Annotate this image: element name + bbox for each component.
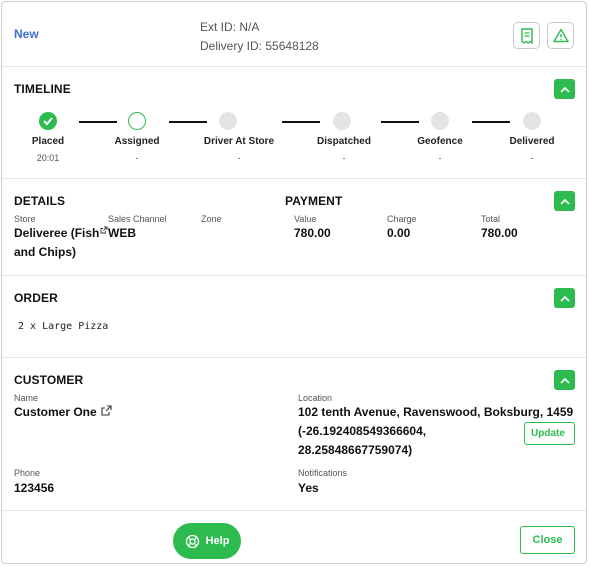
step-dot-assigned [128, 112, 146, 130]
step-label: Geofence [417, 136, 463, 147]
total-amount: 780.00 [481, 226, 518, 240]
value-amount: 780.00 [294, 226, 331, 240]
step-time: 20:01 [36, 153, 60, 163]
delivery-id: Delivery ID: 55648128 [200, 39, 319, 53]
store-value: Deliveree (Fish and Chips) [14, 226, 100, 259]
step-assigned: Assigned - [92, 136, 182, 163]
value-label: Value [294, 214, 317, 224]
step-time: - [438, 153, 442, 163]
store-label: Store [14, 214, 36, 224]
charge-amount: 0.00 [387, 226, 411, 240]
step-label: Placed [31, 136, 65, 147]
location-line-1: 102 tenth Avenue, Ravenswood, Boksburg, … [298, 405, 574, 419]
step-time: - [530, 153, 534, 163]
order-detail-modal: New Ext ID: N/A Delivery ID: 55648128 TI… [1, 1, 587, 564]
payment-title: PAYMENT [285, 194, 343, 208]
timeline-connector [79, 121, 117, 123]
step-time: - [237, 153, 241, 163]
step-dot-delivered [523, 112, 541, 130]
order-section: ORDER 2 x Large Pizza [2, 275, 586, 357]
order-item: 2 x Large Pizza [18, 321, 109, 332]
step-placed: Placed 20:01 [3, 136, 93, 163]
step-delivered: Delivered - [487, 136, 577, 163]
help-label: Help [205, 535, 230, 547]
receipt-icon [520, 27, 533, 44]
update-location-button[interactable]: Update [524, 422, 575, 445]
timeline-collapse-button[interactable] [554, 79, 575, 99]
sales-channel-value: WEB [108, 226, 136, 240]
modal-footer [2, 510, 586, 563]
external-link-icon[interactable] [100, 226, 108, 234]
step-driver-at-store: Driver At Store - [193, 136, 285, 163]
charge-label: Charge [387, 214, 417, 224]
step-dot-driver-at-store [219, 112, 237, 130]
timeline-connector [381, 121, 419, 123]
customer-title: CUSTOMER [14, 373, 84, 387]
step-label: Dispatched [317, 136, 371, 147]
details-payment-section: DETAILS PAYMENT Store Deliveree (Fish an… [2, 178, 586, 275]
order-title: ORDER [14, 291, 58, 305]
report-issue-button[interactable] [547, 22, 574, 49]
customer-name-label: Name [14, 393, 39, 403]
chevron-up-icon [559, 198, 570, 205]
step-dispatched: Dispatched - [299, 136, 389, 163]
total-label: Total [481, 214, 501, 224]
chevron-up-icon [559, 377, 570, 384]
warning-icon [552, 28, 569, 43]
notifications-value: Yes [298, 481, 319, 495]
help-button[interactable]: Help [173, 523, 241, 559]
customer-collapse-button[interactable] [554, 370, 575, 390]
order-status: New [14, 27, 39, 41]
customer-section: CUSTOMER Name Customer One Location 102 … [2, 357, 586, 510]
timeline-connector [282, 121, 320, 123]
step-label: Assigned [114, 136, 160, 147]
timeline-title: TIMELINE [14, 82, 71, 96]
step-dot-dispatched [333, 112, 351, 130]
step-dot-geofence [431, 112, 449, 130]
modal-header: New Ext ID: N/A Delivery ID: 55648128 [2, 2, 586, 66]
phone-value: 123456 [14, 481, 55, 495]
zone-label: Zone [201, 214, 222, 224]
step-label: Driver At Store [203, 136, 275, 147]
step-dot-placed [39, 112, 57, 130]
order-ids: Ext ID: N/A Delivery ID: 55648128 [200, 18, 319, 56]
chevron-up-icon [559, 86, 570, 93]
sales-channel-label: Sales Channel [108, 214, 167, 224]
timeline-connector [472, 121, 510, 123]
step-time: - [135, 153, 139, 163]
notifications-label: Notifications [298, 468, 348, 478]
ext-id: Ext ID: N/A [200, 20, 260, 34]
step-label: Delivered [509, 136, 555, 147]
close-button[interactable]: Close [520, 526, 575, 554]
step-geofence: Geofence - [395, 136, 485, 163]
location-line-3: 28.25848667759074) [298, 443, 413, 457]
details-title: DETAILS [14, 194, 66, 208]
phone-label: Phone [14, 468, 41, 478]
order-collapse-button[interactable] [554, 288, 575, 308]
help-icon [185, 534, 199, 548]
timeline-connector [169, 121, 207, 123]
checkmark-icon [43, 117, 53, 126]
details-collapse-button[interactable] [554, 191, 575, 211]
location-line-2: (-26.192408549366604, [298, 424, 427, 438]
external-link-icon[interactable] [101, 405, 112, 416]
location-label: Location [298, 393, 333, 403]
receipt-button[interactable] [513, 22, 540, 49]
chevron-up-icon [559, 295, 570, 302]
step-time: - [342, 153, 346, 163]
customer-name-value: Customer One [14, 405, 97, 419]
